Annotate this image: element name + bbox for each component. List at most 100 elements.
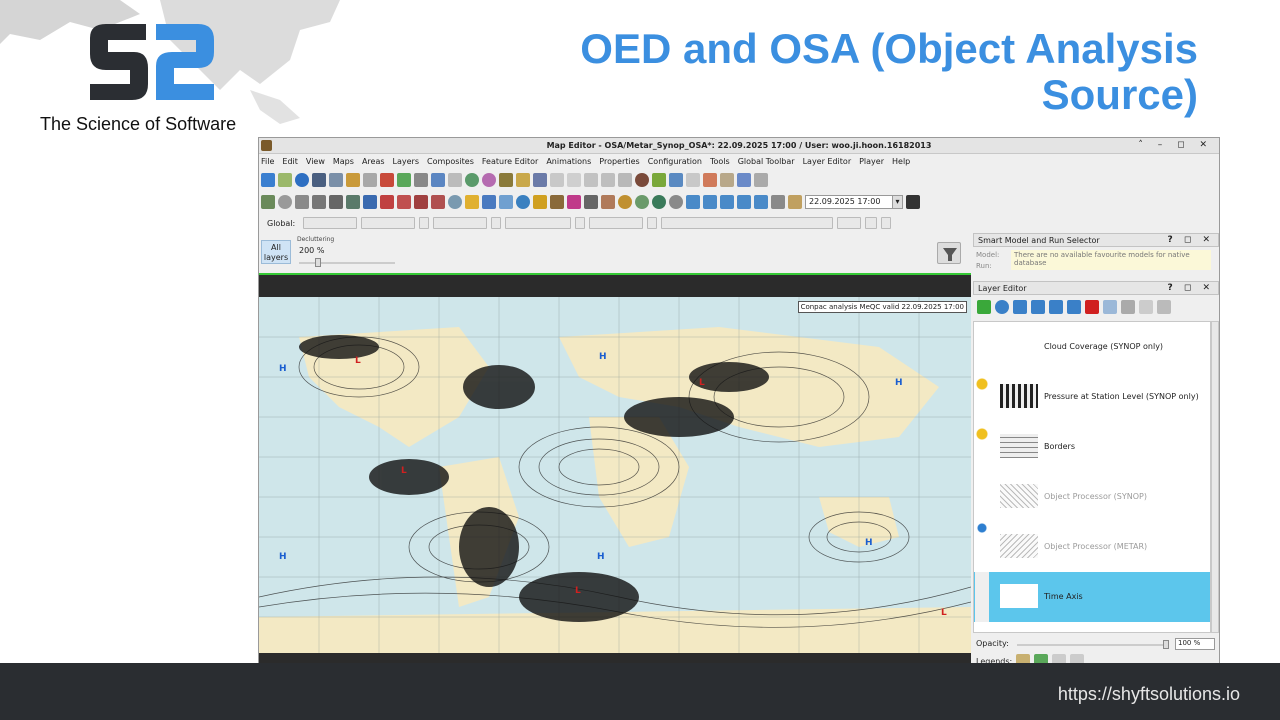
graph-icon[interactable]	[618, 173, 632, 187]
building-icon[interactable]	[482, 195, 496, 209]
symbol-icon[interactable]	[295, 195, 309, 209]
layer-item-object-processor-metar[interactable]: Object Processor (METAR)	[974, 522, 1210, 572]
radar-icon[interactable]	[363, 195, 377, 209]
menu-tools[interactable]: Tools	[710, 157, 730, 166]
target-icon[interactable]	[278, 195, 292, 209]
clock-icon[interactable]	[995, 300, 1009, 314]
r-icon[interactable]	[584, 195, 598, 209]
delete-icon[interactable]	[380, 173, 394, 187]
drop-icon[interactable]	[533, 195, 547, 209]
menu-layer-editor[interactable]: Layer Editor	[803, 157, 852, 166]
satellite-icon[interactable]	[499, 173, 513, 187]
trajectory-icon[interactable]	[601, 173, 615, 187]
clapperboard-icon[interactable]	[906, 195, 920, 209]
global-combo-1[interactable]	[303, 217, 358, 229]
weather-icon[interactable]	[635, 195, 649, 209]
menu-player[interactable]: Player	[859, 157, 884, 166]
global-lock-4[interactable]	[647, 217, 658, 229]
tree-icon[interactable]	[397, 173, 411, 187]
layer-item-object-processor-synop[interactable]: Object Processor (SYNOP)	[974, 472, 1210, 522]
layer-item-time-axis[interactable]: Time Axis	[974, 572, 1210, 622]
eye-icon[interactable]	[1103, 300, 1117, 314]
globe-icon[interactable]	[465, 173, 479, 187]
layers-icon[interactable]	[652, 173, 666, 187]
global-combo-4[interactable]	[505, 217, 572, 229]
visibility-eye-icon[interactable]	[975, 322, 989, 372]
map-icon[interactable]	[261, 195, 275, 209]
filter-button[interactable]	[937, 242, 961, 264]
copy-icon[interactable]	[1139, 300, 1153, 314]
global-lock-5[interactable]	[881, 217, 892, 229]
archive-icon[interactable]	[771, 195, 785, 209]
layer-item-borders[interactable]: Borders	[974, 422, 1210, 472]
sun-icon[interactable]	[465, 195, 479, 209]
decluttering-slider[interactable]	[299, 262, 395, 264]
layer-down-icon[interactable]	[1031, 300, 1045, 314]
line-icon[interactable]	[448, 173, 462, 187]
magic-icon[interactable]	[567, 195, 581, 209]
global-combo-6[interactable]	[661, 217, 834, 229]
menu-file[interactable]: File	[261, 157, 274, 166]
rocket4-icon[interactable]	[431, 195, 445, 209]
menu-view[interactable]: View	[306, 157, 325, 166]
export-icon[interactable]	[431, 173, 445, 187]
decluttering-slider-handle[interactable]	[315, 258, 321, 267]
prev-icon[interactable]	[703, 195, 717, 209]
step-back-icon[interactable]	[686, 195, 700, 209]
global-lock-1[interactable]	[419, 217, 430, 229]
tag-icon[interactable]	[601, 195, 615, 209]
pan-tool-icon[interactable]	[261, 173, 275, 187]
global-combo-5[interactable]	[589, 217, 644, 229]
menu-animations[interactable]: Animations	[546, 157, 591, 166]
globe2-icon[interactable]	[516, 195, 530, 209]
select-tool-icon[interactable]	[278, 173, 292, 187]
menu-global-toolbar[interactable]: Global Toolbar	[738, 157, 795, 166]
opacity-value[interactable]: 100 %	[1175, 638, 1215, 650]
hand-icon[interactable]	[737, 173, 751, 187]
compass-icon[interactable]	[635, 173, 649, 187]
layer-up-icon[interactable]	[1049, 300, 1063, 314]
menu-areas[interactable]: Areas	[362, 157, 385, 166]
window-controls[interactable]: ˄ – ◻ ✕	[1138, 140, 1213, 150]
info-icon[interactable]	[295, 173, 309, 187]
hidden-eye-icon[interactable]	[975, 472, 989, 522]
edit-icon[interactable]	[720, 173, 734, 187]
layer-top-icon[interactable]	[1067, 300, 1081, 314]
zoom-icon[interactable]	[414, 173, 428, 187]
palette-icon[interactable]	[482, 173, 496, 187]
cyclone-icon[interactable]	[448, 195, 462, 209]
map-view[interactable]: L H H L H L H H H L L Conpac analysis Me…	[259, 273, 971, 678]
menu-maps[interactable]: Maps	[333, 157, 354, 166]
datetime-selector[interactable]: 22.09.2025 17:00 ▾	[805, 195, 903, 209]
layer-bottom-icon[interactable]	[1013, 300, 1027, 314]
menu-composites[interactable]: Composites	[427, 157, 474, 166]
opacity-slider[interactable]	[1017, 644, 1167, 646]
sounding-icon[interactable]	[567, 173, 581, 187]
meteogram-icon[interactable]	[550, 173, 564, 187]
next-icon[interactable]	[737, 195, 751, 209]
pause-icon[interactable]	[720, 195, 734, 209]
rocket-icon[interactable]	[380, 195, 394, 209]
chevron-down-icon[interactable]: ▾	[892, 196, 902, 208]
menu-help[interactable]: Help	[892, 157, 910, 166]
menu-feature-editor[interactable]: Feature Editor	[482, 157, 538, 166]
opacity-slider-handle[interactable]	[1163, 640, 1169, 649]
global-lock-2[interactable]	[491, 217, 502, 229]
window-icon[interactable]	[686, 173, 700, 187]
global-combo-7[interactable]	[837, 217, 862, 229]
remove-layer-icon[interactable]	[1085, 300, 1099, 314]
layer-list-scrollbar[interactable]	[1211, 321, 1219, 633]
grid-icon[interactable]	[312, 173, 326, 187]
lock-icon[interactable]	[788, 195, 802, 209]
menu-configuration[interactable]: Configuration	[648, 157, 702, 166]
panel-controls[interactable]: ? ◻ ✕	[1168, 235, 1215, 245]
badge-icon[interactable]	[618, 195, 632, 209]
hand-stop-icon[interactable]	[754, 173, 768, 187]
timeseries-icon[interactable]	[584, 173, 598, 187]
wrench-icon[interactable]	[1157, 300, 1171, 314]
wind-icon[interactable]	[312, 195, 326, 209]
cross-section-icon[interactable]	[516, 173, 530, 187]
cloud-icon[interactable]	[499, 195, 513, 209]
global-combo-2[interactable]	[361, 217, 416, 229]
all-layers-button[interactable]: All layers	[261, 240, 291, 264]
